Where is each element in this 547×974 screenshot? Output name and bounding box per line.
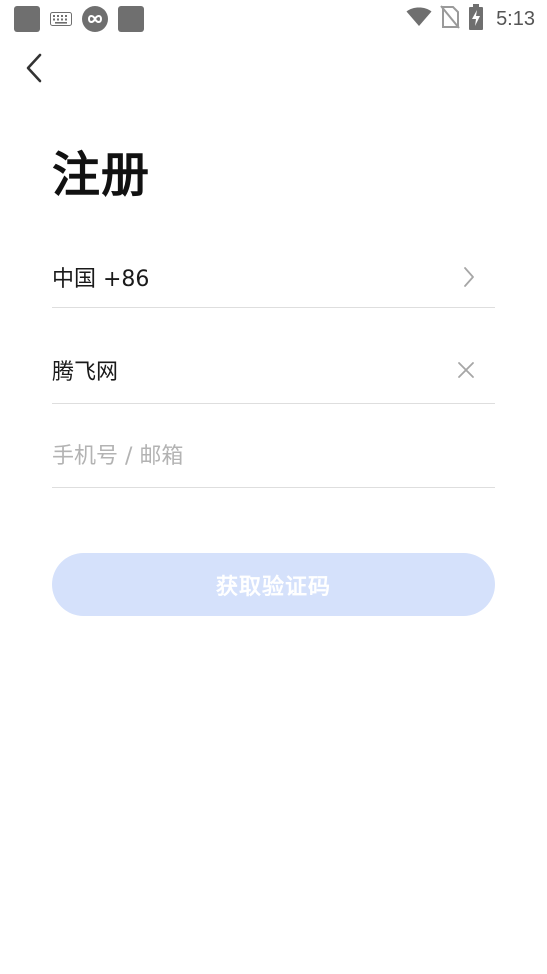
chevron-right-icon <box>463 266 475 288</box>
country-code-selector[interactable]: 中国 +86 <box>52 246 495 308</box>
system-icons: 5:13 <box>406 4 535 34</box>
infinity-circle-icon <box>82 6 108 32</box>
name-field-value: 腾飞网 <box>52 359 119 385</box>
app-square-icon <box>14 6 40 32</box>
name-field[interactable]: 腾飞网 <box>52 336 495 404</box>
country-code-value: 中国 +86 <box>52 266 150 292</box>
app-square-icon <box>118 6 144 32</box>
battery-charging-icon <box>468 4 484 34</box>
keyboard-icon <box>50 12 72 26</box>
wifi-icon <box>406 7 432 31</box>
back-button[interactable] <box>18 52 50 88</box>
no-sim-icon <box>440 5 460 33</box>
phone-email-input[interactable] <box>52 443 495 469</box>
page-title: 注册 <box>52 147 151 203</box>
notification-icons <box>14 6 144 32</box>
account-field[interactable] <box>52 425 495 488</box>
status-bar: 5:13 <box>0 0 547 38</box>
chevron-left-icon <box>25 53 43 87</box>
get-verification-code-button[interactable]: 获取验证码 <box>52 553 495 616</box>
clear-icon[interactable] <box>457 361 475 379</box>
status-time: 5:13 <box>496 7 535 30</box>
